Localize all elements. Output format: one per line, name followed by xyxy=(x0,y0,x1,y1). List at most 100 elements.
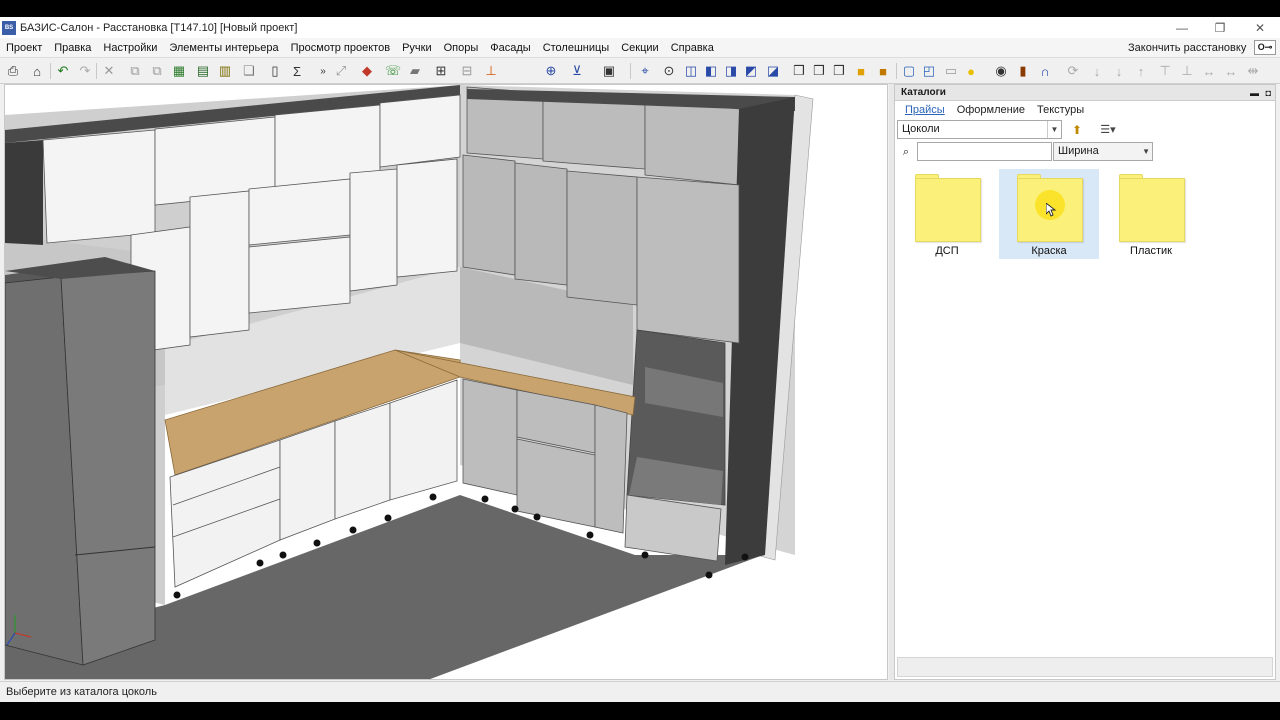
catalog-title: Каталоги xyxy=(901,87,946,98)
menu-bar: Проект Правка Настройки Элементы интерье… xyxy=(0,38,1280,58)
sort-select[interactable]: Ширина ▼ xyxy=(1053,142,1153,161)
magnet-icon[interactable]: ∩ xyxy=(1036,62,1054,80)
align-icon[interactable]: ⊟ xyxy=(458,62,476,80)
title-bar: BS БАЗИС-Салон - Расстановка [Т147.10] [… xyxy=(0,17,1280,38)
tab-design[interactable]: Оформление xyxy=(951,101,1031,119)
arrow-down-2-icon[interactable]: ↓ xyxy=(1110,62,1128,80)
cube-1-icon[interactable]: ❒ xyxy=(790,62,808,80)
category-select[interactable]: Цоколи ▼ xyxy=(897,120,1062,139)
hide-icon[interactable]: ▭ xyxy=(942,62,960,80)
calc-icon[interactable]: ▥ xyxy=(216,62,234,80)
tab-prices[interactable]: Прайсы xyxy=(899,101,951,119)
app-logo-icon: BS xyxy=(2,20,16,35)
menu-project-view[interactable]: Просмотр проектов xyxy=(285,38,396,58)
key-icon[interactable]: О⊸ xyxy=(1254,40,1276,55)
dimension-icon[interactable]: ⊥ xyxy=(482,62,500,80)
undo-icon[interactable]: ↶ xyxy=(54,62,72,80)
sort-select-value: Ширина xyxy=(1058,145,1099,157)
folder-paint[interactable]: Краска xyxy=(999,169,1099,259)
view-back-icon[interactable]: ◪ xyxy=(764,62,782,80)
tab-textures[interactable]: Текстуры xyxy=(1031,101,1090,119)
menu-project[interactable]: Проект xyxy=(0,38,48,58)
copy-icon[interactable]: ⧉ xyxy=(126,62,144,80)
menu-facades[interactable]: Фасады xyxy=(484,38,536,58)
door-icon[interactable]: ▮ xyxy=(1014,62,1032,80)
align-top-icon[interactable]: ⊤ xyxy=(1156,62,1174,80)
folder-up-icon[interactable]: ⬆ xyxy=(1069,122,1085,138)
menu-sections[interactable]: Секции xyxy=(615,38,664,58)
chevron-down-icon[interactable]: ▼ xyxy=(1142,143,1150,160)
cube-2-icon[interactable]: ❒ xyxy=(810,62,828,80)
sum-icon[interactable]: Σ xyxy=(288,62,306,80)
spread-3-icon[interactable]: ⇹ xyxy=(1244,62,1262,80)
menu-handles[interactable]: Ручки xyxy=(396,38,438,58)
delete-icon[interactable]: ✕ xyxy=(100,62,118,80)
folder-dsp[interactable]: ДСП xyxy=(897,169,997,259)
spread-icon[interactable]: ↔ xyxy=(1200,62,1218,80)
paste-icon[interactable]: ⧉ xyxy=(148,62,166,80)
toolbar: ⎙ ⌂ ↶ ↷ ✕ ⧉ ⧉ ▦ ▤ ▥ ❏ ▯ Σ » ⤢ ◆ ☏ ▰ ⊞ ⊟ … xyxy=(0,58,1280,84)
pin-icon[interactable]: ▬ xyxy=(1250,85,1259,101)
folder-label: ДСП xyxy=(935,245,959,257)
table-icon[interactable]: ▦ xyxy=(170,62,188,80)
fit-icon[interactable]: ⤢ xyxy=(332,62,350,80)
grid-icon[interactable]: ⊞ xyxy=(432,62,450,80)
3d-viewport[interactable] xyxy=(4,84,888,680)
horizontal-scrollbar[interactable] xyxy=(897,657,1273,677)
zoom-icon[interactable]: ⊙ xyxy=(660,62,678,80)
frame-icon[interactable]: ▣ xyxy=(600,62,618,80)
view-right-icon[interactable]: ◩ xyxy=(742,62,760,80)
maximize-button[interactable]: ❐ xyxy=(1200,17,1240,38)
arrow-up-icon[interactable]: ↑ xyxy=(1132,62,1150,80)
menu-settings[interactable]: Настройки xyxy=(97,38,163,58)
minimize-button[interactable]: — xyxy=(1162,17,1202,38)
folder-icon xyxy=(1119,178,1185,242)
align-center-icon[interactable]: ⊥ xyxy=(1178,62,1196,80)
insert-icon[interactable]: ⊻ xyxy=(568,62,586,80)
menu-supports[interactable]: Опоры xyxy=(438,38,485,58)
paint-icon[interactable]: ◆ xyxy=(358,62,376,80)
view-left-icon[interactable]: ◨ xyxy=(722,62,740,80)
window-title: БАЗИС-Салон - Расстановка [Т147.10] [Нов… xyxy=(20,21,298,34)
columns-icon[interactable]: ▯ xyxy=(266,62,284,80)
phone-icon[interactable]: ☏ xyxy=(384,62,402,80)
restore-icon[interactable]: ◘ xyxy=(1266,85,1271,101)
cube-solid-icon[interactable]: ■ xyxy=(852,62,870,80)
refresh-icon[interactable]: ⟳ xyxy=(1064,62,1082,80)
menu-help[interactable]: Справка xyxy=(665,38,720,58)
arrow-down-icon[interactable]: ↓ xyxy=(1088,62,1106,80)
view-mode-icon[interactable]: ☰▾ xyxy=(1095,122,1121,138)
status-text: Выберите из каталога цоколь xyxy=(6,686,157,698)
add-section-icon[interactable]: ⊕ xyxy=(542,62,560,80)
report-icon[interactable]: ▤ xyxy=(194,62,212,80)
catalog-header: Каталоги ▬ ◘ xyxy=(895,85,1275,101)
cube-3-icon[interactable]: ❒ xyxy=(830,62,848,80)
folder-plastic[interactable]: Пластик xyxy=(1101,169,1201,259)
light-bulb-icon[interactable]: ● xyxy=(962,62,980,80)
chevron-down-icon[interactable]: ▼ xyxy=(1047,121,1061,138)
eraser-icon[interactable]: ▰ xyxy=(406,62,424,80)
finish-placement-button[interactable]: Закончить расстановку xyxy=(1122,38,1252,58)
eye-icon[interactable]: ◉ xyxy=(992,62,1010,80)
redo-icon[interactable]: ↷ xyxy=(76,62,94,80)
more-icon[interactable]: » xyxy=(314,62,332,80)
binoculars-icon[interactable]: ⌕ xyxy=(899,144,913,160)
window-icon[interactable]: ▢ xyxy=(900,62,918,80)
close-button[interactable]: ✕ xyxy=(1240,17,1280,38)
print-icon[interactable]: ⎙ xyxy=(4,62,22,80)
view-front-icon[interactable]: ◫ xyxy=(682,62,700,80)
menu-countertops[interactable]: Столешницы xyxy=(537,38,616,58)
folder-label: Краска xyxy=(1031,245,1067,257)
spread-2-icon[interactable]: ↔ xyxy=(1222,62,1240,80)
kitchen-3d-render xyxy=(5,85,814,679)
view-top-icon[interactable]: ◧ xyxy=(702,62,720,80)
measure-icon[interactable]: ⌖ xyxy=(636,62,654,80)
menu-interior-elements[interactable]: Элементы интерьера xyxy=(163,38,284,58)
layers-icon[interactable]: ❏ xyxy=(240,62,258,80)
application-window: BS БАЗИС-Салон - Расстановка [Т147.10] [… xyxy=(0,17,1280,702)
cube-texture-icon[interactable]: ■ xyxy=(874,62,892,80)
search-input[interactable] xyxy=(917,142,1052,161)
split-icon[interactable]: ◰ xyxy=(920,62,938,80)
menu-edit[interactable]: Правка xyxy=(48,38,97,58)
home-icon[interactable]: ⌂ xyxy=(28,62,46,80)
